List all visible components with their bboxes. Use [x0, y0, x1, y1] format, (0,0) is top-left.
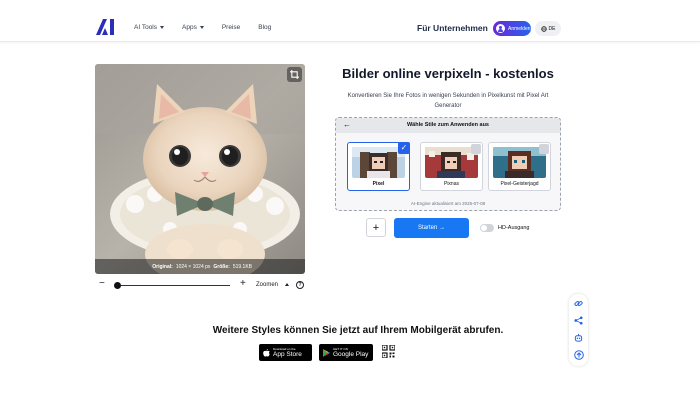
crop-button[interactable]	[287, 67, 302, 82]
app-store-button[interactable]: Download on the App Store	[259, 344, 312, 361]
chevron-down-icon	[160, 26, 165, 29]
style-card-pixel-ghost-hunt[interactable]: Pixel-Geisterjagd	[488, 142, 551, 191]
zoom-slider-track[interactable]	[117, 285, 230, 286]
chevron-up-icon[interactable]	[285, 283, 289, 286]
user-icon	[496, 24, 505, 33]
style-card-pixnas[interactable]: Pixnas	[420, 142, 483, 191]
mobile-promo-text: Weitere Styles können Sie jetzt auf Ihre…	[212, 325, 504, 336]
page-title: Bilder online verpixeln - kostenlos	[342, 66, 554, 81]
zoom-out-button[interactable]: −	[99, 279, 105, 289]
nav-ai-tools[interactable]: AI Tools	[134, 24, 165, 31]
login-button[interactable]: Anmelden	[493, 21, 531, 36]
main-nav: AI Tools Apps Preise Blog	[134, 24, 271, 31]
crop-icon	[290, 70, 299, 79]
help-icon[interactable]: ?	[296, 281, 304, 289]
link-icon[interactable]	[573, 298, 584, 309]
page-description: Konvertieren Sie Ihre Fotos in wenigen S…	[347, 93, 549, 109]
size-label: Größe:	[213, 263, 230, 270]
zoom-label: Zoomen	[256, 282, 279, 288]
original-label: Original:	[152, 263, 173, 270]
language-selector[interactable]: DE	[535, 21, 561, 36]
engine-update-note: AI-Engine aktualisiert am 2025-07-08	[410, 201, 486, 206]
hd-output-toggle[interactable]	[480, 224, 494, 232]
globe-icon	[540, 25, 547, 32]
zoom-slider-handle[interactable]	[113, 282, 121, 289]
language-label: DE	[548, 25, 556, 32]
checkmark-icon: ✓	[398, 142, 410, 154]
login-label: Anmelden	[508, 25, 531, 32]
chevron-down-icon	[199, 26, 204, 29]
style-card-pixel[interactable]: ✓ Pixel	[347, 142, 410, 191]
style-picker: ← Wähle Stile zum Anwenden aus ✓ Pixel P…	[335, 117, 561, 211]
for-business-link[interactable]: Für Unternehmen	[417, 23, 488, 33]
app-store-label: App Store	[273, 350, 302, 358]
qr-code-icon[interactable]	[382, 345, 395, 358]
nav-blog[interactable]: Blog	[258, 24, 271, 31]
style-label: Pixel-Geisterjagd	[500, 181, 539, 187]
image-info-bar: Original: 1024 × 1024 px Größe: 519.1KB	[95, 259, 305, 274]
style-picker-title: Wähle Stile zum Anwenden aus	[406, 122, 489, 128]
nav-pricing-label: Preise	[221, 24, 241, 31]
uploaded-image	[95, 64, 305, 274]
apple-icon	[263, 348, 270, 357]
style-label: Pixel	[372, 181, 385, 187]
hd-output-label: HD-Ausgang	[498, 225, 530, 231]
checkbox-icon	[539, 144, 549, 154]
google-play-label: Google Play	[333, 350, 369, 358]
nav-apps-label: Apps	[182, 24, 197, 31]
cat-photo	[95, 64, 305, 274]
style-picker-header: ← Wähle Stile zum Anwenden aus	[336, 118, 560, 133]
nav-pricing[interactable]: Preise	[222, 24, 240, 31]
start-button[interactable]: Starten →	[394, 218, 469, 238]
size-value: 519.1KB	[232, 263, 252, 270]
nav-apps[interactable]: Apps	[182, 24, 204, 31]
nav-ai-tools-label: AI Tools	[134, 24, 158, 31]
top-navbar: AI Tools Apps Preise Blog Für Unternehme…	[0, 0, 700, 42]
scroll-top-icon[interactable]	[573, 349, 584, 360]
ai-logo-icon[interactable]	[96, 19, 116, 35]
google-play-icon	[323, 348, 330, 357]
google-play-button[interactable]: GET IT ON Google Play	[319, 344, 373, 361]
style-label: Pixnas	[443, 181, 459, 187]
add-button[interactable]: +	[366, 218, 386, 237]
nav-blog-label: Blog	[258, 24, 272, 31]
checkbox-icon	[471, 144, 481, 154]
original-value: 1024 × 1024 px	[175, 263, 211, 270]
zoom-in-button[interactable]: +	[240, 279, 246, 289]
